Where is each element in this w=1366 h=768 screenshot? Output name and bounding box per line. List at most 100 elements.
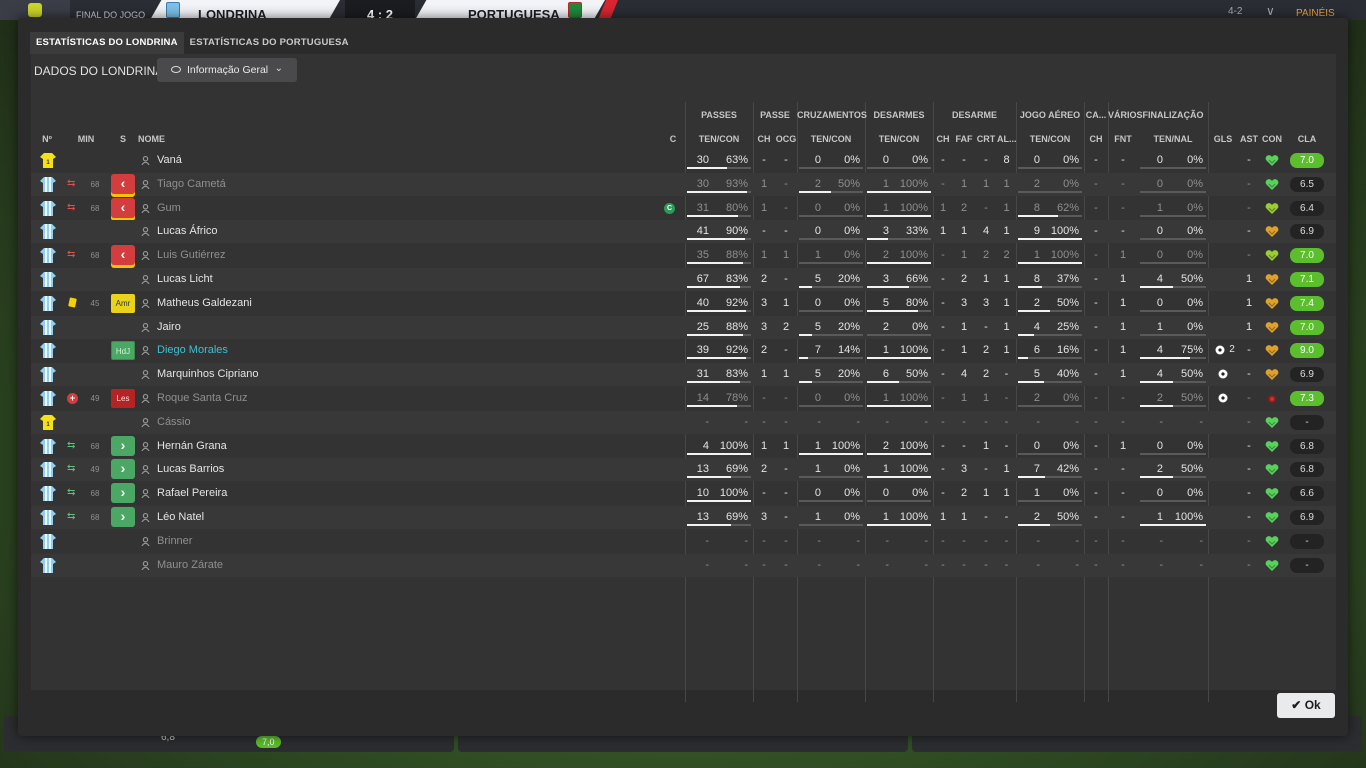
column-header-ocg[interactable]: OCG bbox=[775, 134, 797, 144]
table-row[interactable]: ⇆ 49 › Lucas Barrios 13 69% 2-1 0% 1 100% -3-1 7 42%… bbox=[31, 458, 1336, 482]
column-header-c[interactable]: C bbox=[667, 134, 679, 144]
aereo-attempts: 9 bbox=[1033, 225, 1040, 238]
column-header-ca_ch[interactable]: CH bbox=[1084, 134, 1108, 144]
shirt-icon bbox=[40, 533, 56, 550]
des-bar bbox=[867, 238, 931, 241]
player-name[interactable]: Hernán Grana bbox=[157, 440, 417, 452]
column-header-pass[interactable]: TEN/CON bbox=[685, 134, 753, 144]
player-name[interactable]: Jairo bbox=[157, 321, 417, 333]
column-header-des[interactable]: TEN/CON bbox=[865, 134, 933, 144]
player-name[interactable]: Mauro Zárate bbox=[157, 559, 417, 571]
column-header-faf[interactable]: FAF bbox=[953, 134, 975, 144]
table-row[interactable]: ⇆ 68 ‹ Luis Gutiérrez 35 88% 1 1 1 0% 2 100% -1 2 2 1 10… bbox=[31, 244, 1336, 267]
stat-ca_ch: - bbox=[1094, 249, 1098, 262]
des-percent: 100% bbox=[899, 463, 928, 476]
player-name[interactable]: Léo Natel bbox=[157, 511, 417, 523]
column-header-ast[interactable]: AST bbox=[1238, 134, 1260, 144]
column-header-min[interactable]: MIN bbox=[74, 134, 98, 144]
group-header-g_desarme: DESARME bbox=[951, 110, 997, 120]
fin-attempts: 1 bbox=[1156, 511, 1163, 523]
table-row[interactable]: 1 Cássio - - - - - - - - - - - - - - - - - - - - bbox=[31, 410, 1336, 434]
des-percent: 0% bbox=[912, 154, 928, 166]
minute: 45 bbox=[90, 298, 100, 308]
column-header-d_ch[interactable]: CH bbox=[933, 134, 953, 144]
table-row[interactable]: 45 Amr Matheus Galdezani 40 92% 3 1 0 0% 5 80% -3 3 1… bbox=[31, 292, 1336, 315]
table-row[interactable]: Brinner - - - - - - - - - - - - - - - - - - - - bbox=[31, 530, 1336, 553]
player-name[interactable]: Luis Gutiérrez bbox=[157, 249, 417, 261]
player-name[interactable]: Vaná bbox=[157, 154, 417, 166]
player-name[interactable]: Gum bbox=[157, 202, 417, 214]
table-row[interactable]: Marquinhos Cipriano 31 83% 1 1 5 20% 6 50% -4 2-5 4… bbox=[31, 363, 1336, 387]
bg-rating-badge: 7,0 bbox=[256, 736, 281, 748]
stat-al: - bbox=[1004, 511, 1009, 523]
pass-attempts: - bbox=[705, 415, 709, 428]
stat-al: 2 bbox=[1003, 249, 1010, 262]
stat-ocg: - bbox=[784, 177, 788, 190]
des-attempts: 3 bbox=[882, 225, 889, 238]
table-row[interactable]: Lucas Licht 67 83% 2 - 5 20% 3 66% - 2 1 1 8 37% - 1 4 50%… bbox=[31, 268, 1336, 291]
player-name[interactable]: Tiago Cametá bbox=[157, 178, 417, 190]
column-header-fnt[interactable]: FNT bbox=[1108, 134, 1138, 144]
table-row[interactable]: +49 Les Roque Santa Cruz 14 78% - - 0 0% 1 100% - 1 1… bbox=[31, 387, 1336, 410]
tab-londrina-stats[interactable]: ESTATÍSTICAS DO LONDRINA bbox=[30, 32, 184, 54]
group-header-g_cruz: CRUZAMENTOS bbox=[797, 110, 867, 120]
player-name[interactable]: Brinner bbox=[157, 535, 417, 547]
pass-bar bbox=[687, 286, 751, 288]
player-name[interactable]: Marquinhos Cipriano bbox=[157, 368, 417, 380]
player-name[interactable]: Matheus Galdezani bbox=[157, 297, 417, 309]
table-row[interactable]: HdJ Diego Morales 39 92% 2-7 14% 1 100% -1 2 1 6 16%… bbox=[31, 339, 1336, 362]
stat-crt: 1 bbox=[982, 177, 990, 190]
stat-ch: - bbox=[762, 225, 766, 238]
column-header-cla[interactable]: CLA bbox=[1290, 134, 1324, 144]
ok-button[interactable]: ✔ Ok bbox=[1277, 693, 1335, 718]
column-header-con[interactable]: CON bbox=[1260, 134, 1284, 144]
des-bar bbox=[867, 381, 931, 384]
pass-attempts: 10 bbox=[696, 487, 709, 500]
column-header-num[interactable]: Nº bbox=[37, 134, 57, 144]
column-header-s[interactable]: S bbox=[117, 134, 129, 144]
des-attempts: 1 bbox=[882, 344, 889, 357]
table-row[interactable]: ⇆ 68 ‹ Gum C 31 80% 1-0 0% 1 100% 1 2-1 8 62% - -1 0% -6.4 bbox=[31, 197, 1336, 220]
table-row[interactable]: ⇆ 68 › Rafael Pereira 10 100% - -0 0% 0 0% -2 1 1 1 0% -… bbox=[31, 482, 1336, 505]
player-name[interactable]: Lucas Barrios bbox=[157, 463, 417, 475]
cruz-percent: - bbox=[856, 558, 860, 571]
stat-d_ch: - bbox=[941, 344, 945, 357]
stat-ca_ch: - bbox=[1094, 320, 1098, 333]
table-row[interactable]: ⇆ 68 › Léo Natel 13 69% 3-1 0% 1 100% 1 1- -2 50% - -1 1… bbox=[31, 506, 1336, 529]
player-name[interactable]: Lucas Áfrico bbox=[157, 225, 417, 237]
column-header-cruz[interactable]: TEN/CON bbox=[797, 134, 865, 144]
table-row[interactable]: ⇆ 68 ‹ Tiago Cametá 30 93% 1-2 50% 1 100% -1 1 1 2 0% -… bbox=[31, 172, 1336, 196]
stat-ast: - bbox=[1247, 368, 1251, 381]
column-header-al[interactable]: AL... bbox=[997, 134, 1017, 144]
column-header-aereo[interactable]: TEN/CON bbox=[1016, 134, 1084, 144]
player-name[interactable]: Diego Morales bbox=[157, 344, 417, 356]
column-header-name[interactable]: NOME bbox=[138, 134, 178, 144]
view-dropdown[interactable]: Informação Geral ⌄ bbox=[157, 58, 297, 82]
pass-percent: 83% bbox=[725, 368, 748, 381]
column-header-gls[interactable]: GLS bbox=[1208, 134, 1238, 144]
table-row[interactable]: Jairo 25 88% 3 2 5 20% 2 0% -1-1 4 25% -1 1 0% 1 7.0 bbox=[31, 315, 1336, 339]
table-row[interactable]: Mauro Zárate - - - - - - - - - - - - - - - - - - - - bbox=[31, 553, 1336, 577]
player-name[interactable]: Lucas Licht bbox=[157, 273, 417, 285]
player-name[interactable]: Rafael Pereira bbox=[157, 487, 417, 499]
stat-ca_ch: - bbox=[1094, 392, 1098, 404]
stat-ca_ch: - bbox=[1094, 368, 1098, 381]
stat-ast: 1 bbox=[1245, 320, 1253, 333]
player-name[interactable]: Cássio bbox=[157, 416, 417, 428]
player-name[interactable]: Roque Santa Cruz bbox=[157, 392, 417, 404]
table-row[interactable]: ⇆ 68 › Hernán Grana 4 100% 1 1 1 100% 2 100% - -1-0 0%… bbox=[31, 435, 1336, 458]
table-row[interactable]: 1 Vaná 30 63% - - 0 0% 0 0% - - - 8 0 0% - - 0 0% - 7.0 bbox=[31, 149, 1336, 172]
stat-ca_ch: - bbox=[1094, 225, 1098, 238]
tab-portuguesa-stats[interactable]: ESTATÍSTICAS DO PORTUGUESA bbox=[184, 32, 355, 54]
player-rating: 6.4 bbox=[1290, 200, 1324, 216]
column-header-ch[interactable]: CH bbox=[753, 134, 775, 144]
pass-percent: 88% bbox=[725, 249, 748, 262]
cruz-bar bbox=[799, 286, 863, 288]
stat-al: - bbox=[1004, 368, 1009, 381]
chevron-down-icon[interactable]: ∨ bbox=[1266, 4, 1275, 18]
cruz-percent: 0% bbox=[844, 487, 860, 500]
stat-ocg: - bbox=[784, 558, 788, 571]
column-header-fin[interactable]: TEN/NAL bbox=[1138, 134, 1208, 144]
table-row[interactable]: Lucas Áfrico 41 90% - -0 0% 3 33% 1 1 4 1 9 100% - -0 0%… bbox=[31, 220, 1336, 244]
column-header-crt[interactable]: CRT bbox=[975, 134, 997, 144]
